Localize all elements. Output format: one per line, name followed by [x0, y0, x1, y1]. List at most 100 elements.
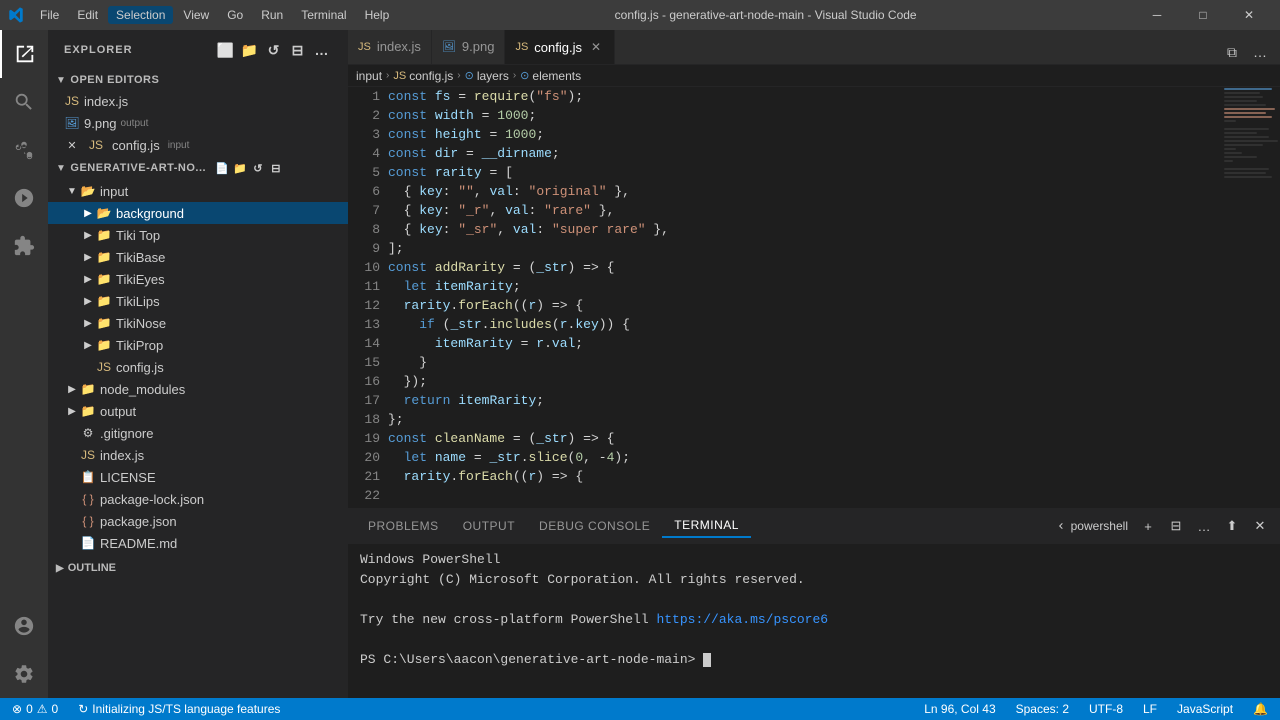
menu-run[interactable]: Run	[253, 6, 291, 24]
status-line-ending[interactable]: LF	[1139, 698, 1161, 720]
menu-file[interactable]: File	[32, 6, 67, 24]
node-modules-label: node_modules	[100, 382, 185, 397]
close-button[interactable]: ✕	[1226, 0, 1272, 30]
tree-gitignore[interactable]: ▶ ⚙ .gitignore	[48, 422, 348, 444]
panel-tab-terminal[interactable]: TERMINAL	[662, 514, 751, 538]
more-tabs-icon[interactable]: …	[1248, 40, 1272, 64]
breadcrumb-layers[interactable]: ⊙ layers	[465, 69, 509, 83]
sidebar-header: EXPLORER ⬜ 📁 ↺ ⊟ …	[48, 30, 348, 70]
tree-config-js[interactable]: ▶ JS config.js	[48, 356, 348, 378]
tab-config-js[interactable]: JS config.js ✕	[505, 30, 615, 64]
tree-index-js-root[interactable]: ▶ JS index.js	[48, 444, 348, 466]
tree-license[interactable]: ▶ 📋 LICENSE	[48, 466, 348, 488]
new-terminal-icon[interactable]: +	[1136, 514, 1160, 538]
menu-terminal[interactable]: Terminal	[293, 6, 354, 24]
status-encoding[interactable]: UTF-8	[1085, 698, 1127, 720]
package-json-label: package.json	[100, 514, 177, 529]
tab-config-close[interactable]: ✕	[588, 39, 604, 55]
tree-package-json[interactable]: ▶ { } package.json	[48, 510, 348, 532]
new-folder-icon[interactable]: 📁	[240, 40, 260, 60]
activity-settings[interactable]	[0, 650, 48, 698]
menu-edit[interactable]: Edit	[69, 6, 106, 24]
project-collapse[interactable]: ⊟	[268, 160, 284, 176]
open-editor-9-png[interactable]: 🖼 9.png output	[48, 112, 348, 134]
menu-view[interactable]: View	[175, 6, 217, 24]
activity-source-control[interactable]	[0, 126, 48, 174]
terminal-link[interactable]: https://aka.ms/pscore6	[656, 612, 828, 627]
terminal-line-4: Try the new cross-platform PowerShell ht…	[360, 610, 1268, 630]
terminal-more-icon[interactable]: …	[1192, 514, 1216, 538]
menu-selection[interactable]: Selection	[108, 6, 173, 24]
status-ln-col[interactable]: Ln 96, Col 43	[920, 698, 999, 720]
tree-tiki-lips[interactable]: ▶ 📁 TikiLips	[48, 290, 348, 312]
outline-section[interactable]: ▶ OUTLINE	[48, 558, 348, 578]
breadcrumb-elements[interactable]: ⊙ elements	[520, 69, 581, 83]
new-file-icon[interactable]: ⬜	[216, 40, 236, 60]
open-editors-section[interactable]: ▼ OPEN EDITORS	[48, 70, 348, 90]
js-file-icon: JS	[64, 93, 80, 109]
open-editor-index-js[interactable]: JS index.js	[48, 90, 348, 112]
close-editor-icon[interactable]: ✕	[64, 137, 80, 153]
code-line-6: { key: "", val: "original" },	[388, 182, 1210, 201]
activity-search[interactable]	[0, 78, 48, 126]
status-feedback[interactable]: 🔔	[1249, 698, 1272, 720]
status-language[interactable]: JavaScript	[1173, 698, 1237, 720]
minimize-button[interactable]: ─	[1134, 0, 1180, 30]
tab-9-png[interactable]: 🖼 9.png	[432, 30, 506, 64]
tree-tiki-nose[interactable]: ▶ 📁 TikiNose	[48, 312, 348, 334]
editor-content[interactable]: 12345 678910 1112131415 1617181920 21222…	[348, 87, 1280, 508]
panel-tab-problems[interactable]: PROBLEMS	[356, 515, 451, 537]
code-area[interactable]: const fs = require("fs"); const width = …	[388, 87, 1220, 508]
tiki-lips-arrow: ▶	[80, 293, 96, 309]
open-editor-config-js[interactable]: ✕ JS config.js input	[48, 134, 348, 156]
project-section[interactable]: ▼ GENERATIVE-ART-NO... 📄 📁 ↺ ⊟	[48, 156, 348, 180]
menu-help[interactable]: Help	[357, 6, 398, 24]
status-language-status[interactable]: ↻ Initializing JS/TS language features	[74, 698, 284, 720]
tree-package-lock[interactable]: ▶ { } package-lock.json	[48, 488, 348, 510]
tree-node-modules[interactable]: ▶ 📁 node_modules	[48, 378, 348, 400]
status-spaces[interactable]: Spaces: 2	[1012, 698, 1073, 720]
project-refresh[interactable]: ↺	[250, 160, 266, 176]
panel-close-icon[interactable]: ✕	[1248, 514, 1272, 538]
tree-background-folder[interactable]: ▶ 📂 background	[48, 202, 348, 224]
gitignore-icon: ⚙	[80, 425, 96, 441]
maximize-button[interactable]: □	[1180, 0, 1226, 30]
terminal-shell-selector[interactable]: powershell	[1051, 514, 1132, 538]
split-editor-icon[interactable]: ⧉	[1220, 40, 1244, 64]
tab-index-js[interactable]: JS index.js	[348, 30, 432, 64]
split-terminal-icon[interactable]: ⊟	[1164, 514, 1188, 538]
panel-tab-debug[interactable]: DEBUG CONSOLE	[527, 515, 662, 537]
background-folder-label: background	[116, 206, 184, 221]
tree-tiki-prop[interactable]: ▶ 📁 TikiProp	[48, 334, 348, 356]
activity-bar	[0, 30, 48, 698]
tree-output[interactable]: ▶ 📁 output	[48, 400, 348, 422]
tree-tiki-eyes[interactable]: ▶ 📁 TikiEyes	[48, 268, 348, 290]
activity-account[interactable]	[0, 602, 48, 650]
activity-run[interactable]	[0, 174, 48, 222]
status-errors[interactable]: ⊗ 0 ⚠ 0	[8, 698, 62, 720]
panel-maximize-icon[interactable]: ⬆	[1220, 514, 1244, 538]
more-actions-icon[interactable]: …	[312, 40, 332, 60]
input-folder-icon: 📂	[80, 183, 96, 199]
panel-tab-output[interactable]: OUTPUT	[451, 515, 527, 537]
project-new-file[interactable]: 📄	[214, 160, 230, 176]
title-bar: File Edit Selection View Go Run Terminal…	[0, 0, 1280, 30]
collapse-icon[interactable]: ⊟	[288, 40, 308, 60]
terminal-line-2: Copyright (C) Microsoft Corporation. All…	[360, 570, 1268, 590]
menu-go[interactable]: Go	[219, 6, 251, 24]
terminal-content[interactable]: Windows PowerShell Copyright (C) Microso…	[348, 544, 1280, 698]
tree-tiki-top[interactable]: ▶ 📁 Tiki Top	[48, 224, 348, 246]
index-js-root-icon: JS	[80, 447, 96, 463]
activity-explorer[interactable]	[0, 30, 48, 78]
project-new-folder[interactable]: 📁	[232, 160, 248, 176]
refresh-icon[interactable]: ↺	[264, 40, 284, 60]
title-bar-left: File Edit Selection View Go Run Terminal…	[8, 6, 397, 24]
breadcrumb-input[interactable]: input	[356, 69, 382, 83]
tree-input-folder[interactable]: ▼ 📂 input	[48, 180, 348, 202]
background-folder-icon: 📂	[96, 205, 112, 221]
sidebar-title: EXPLORER	[64, 44, 133, 56]
activity-extensions[interactable]	[0, 222, 48, 270]
tree-tiki-base[interactable]: ▶ 📁 TikiBase	[48, 246, 348, 268]
breadcrumb-config[interactable]: JS config.js	[393, 69, 453, 83]
tree-readme[interactable]: ▶ 📄 README.md	[48, 532, 348, 554]
